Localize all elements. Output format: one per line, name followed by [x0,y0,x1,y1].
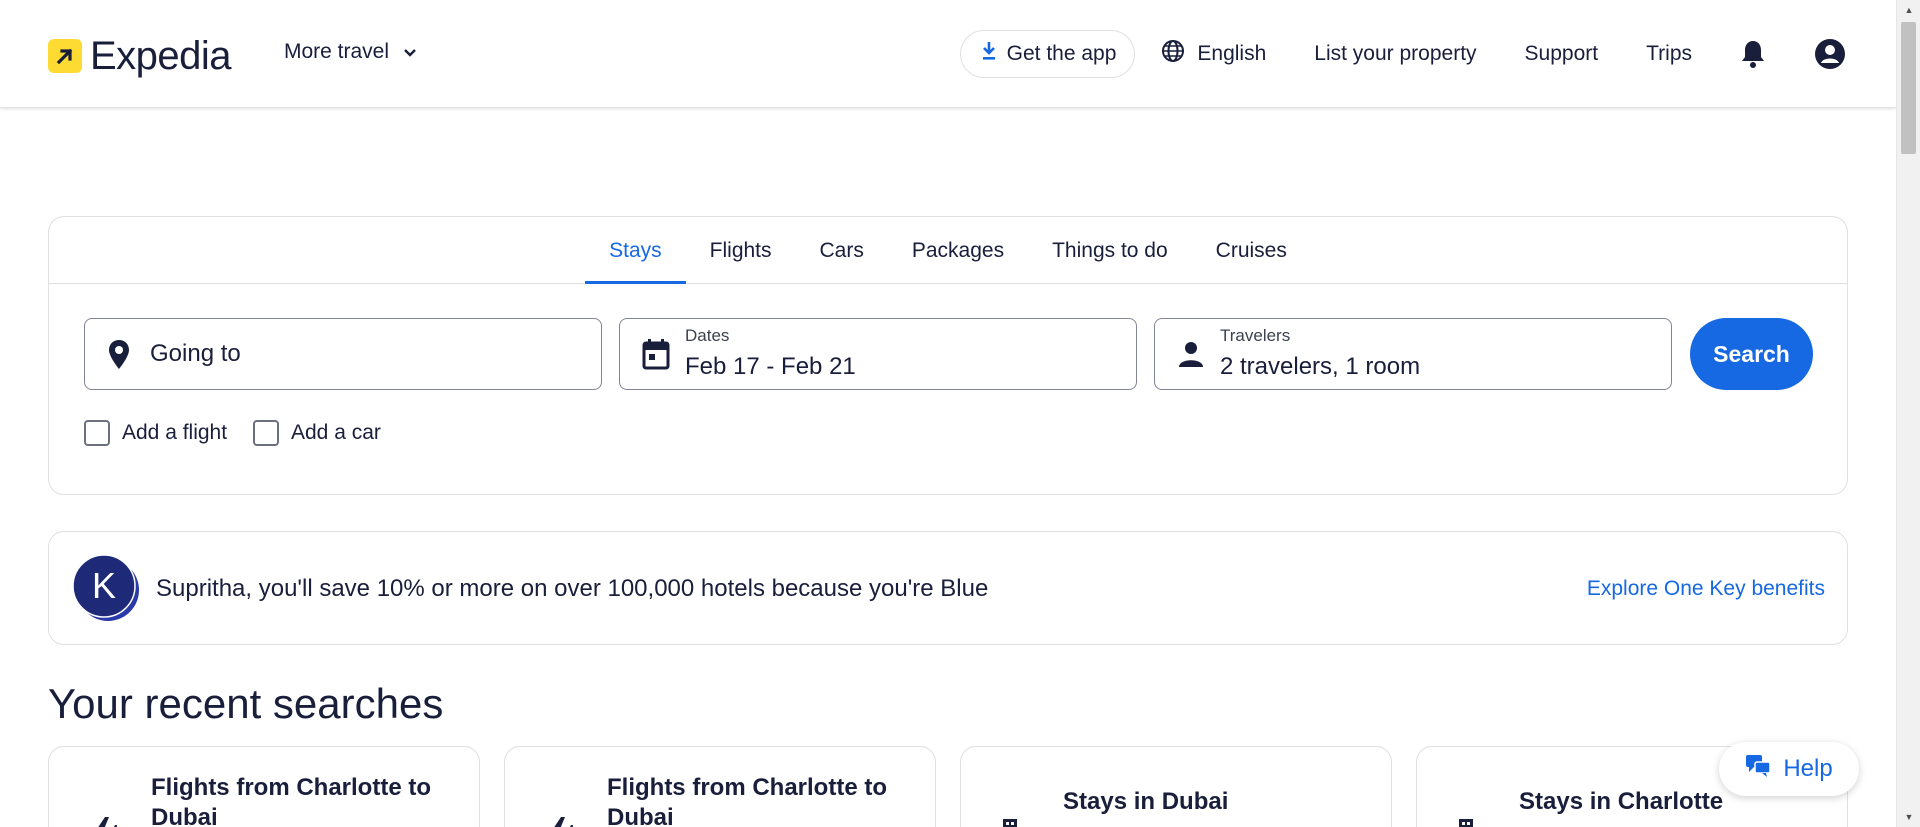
destination-placeholder: Going to [150,340,241,367]
recent-search-title: Flights from Charlotte to Dubai [607,774,887,827]
tab-stays[interactable]: Stays [585,217,686,284]
notifications-bell-icon[interactable] [1740,39,1766,69]
dates-field[interactable]: Dates Feb 17 - Feb 21 [619,318,1137,390]
scroll-up-arrow-icon[interactable]: ▲ [1897,0,1920,20]
add-flight-option[interactable]: Add a flight [84,420,227,446]
one-key-badge-icon: K [72,554,139,621]
tab-flights[interactable]: Flights [686,217,796,283]
building-icon [1001,817,1027,827]
help-button[interactable]: Help [1719,742,1859,796]
scroll-down-arrow-icon[interactable]: ▼ [1897,807,1920,827]
tab-packages[interactable]: Packages [888,217,1028,283]
recent-search-card[interactable]: Flights from Charlotte to Dubai [48,746,480,827]
destination-field[interactable]: Going to [84,318,602,390]
search-button[interactable]: Search [1690,318,1813,390]
building-icon [1457,817,1483,827]
travelers-label: Travelers [1220,326,1291,345]
get-the-app-label: Get the app [1006,42,1117,65]
search-panel: Stays Flights Cars Packages Things to do Crui… [48,216,1848,495]
add-flight-checkbox[interactable] [84,420,110,446]
explore-one-key-link[interactable]: Explore One Key benefits [1587,577,1825,601]
add-car-option[interactable]: Add a car [253,420,381,446]
add-car-checkbox[interactable] [253,420,279,446]
trips-link[interactable]: Trips [1646,42,1692,66]
person-icon [1177,340,1205,373]
travelers-value: 2 travelers, 1 room [1220,353,1421,380]
top-header: Expedia More travel Get the app English … [0,0,1896,108]
tab-cars[interactable]: Cars [796,217,888,283]
logo-text: Expedia [90,34,232,78]
add-flight-label: Add a flight [122,421,228,444]
one-key-badge-letter: K [92,565,116,606]
scrollbar-thumb[interactable] [1901,22,1916,154]
add-car-label: Add a car [291,421,381,444]
promo-message: Supritha, you'll save 10% or more on ove… [156,575,989,602]
dates-value: Feb 17 - Feb 21 [685,353,856,380]
recent-search-card[interactable]: Flights from Charlotte to Dubai [504,746,936,827]
expedia-logo[interactable]: Expedia [48,34,232,78]
support-link[interactable]: Support [1525,42,1599,66]
recent-search-card[interactable]: Stays in Dubai [960,746,1392,827]
dates-label: Dates [685,326,730,345]
page-scrollbar[interactable]: ▲ ▼ [1896,0,1920,827]
chat-bubbles-icon [1745,754,1772,785]
recent-search-title: Flights from Charlotte to Dubai [151,774,431,827]
tab-things-to-do[interactable]: Things to do [1028,217,1192,283]
logo-arrow-icon [48,39,82,73]
plane-icon [539,815,573,827]
list-property-link[interactable]: List your property [1314,42,1476,66]
language-label: English [1197,42,1267,65]
get-the-app-button[interactable]: Get the app [959,30,1136,78]
account-avatar-icon[interactable] [1814,38,1846,70]
chevron-down-icon [403,40,417,64]
plane-icon [83,815,117,827]
help-label: Help [1783,755,1833,782]
tab-cruises[interactable]: Cruises [1192,217,1311,283]
more-travel-menu[interactable]: More travel [284,40,417,64]
location-pin-icon [107,339,131,376]
language-selector[interactable]: English [1161,39,1266,69]
more-travel-label: More travel [284,40,390,63]
search-tabs: Stays Flights Cars Packages Things to do Crui… [49,217,1847,284]
download-icon [981,41,997,67]
one-key-banner: K Supritha, you'll save 10% or more on o… [48,531,1848,645]
recent-searches-heading: Your recent searches [48,680,444,727]
calendar-icon [642,338,670,375]
travelers-field[interactable]: Travelers 2 travelers, 1 room [1154,318,1672,390]
recent-search-title: Stays in Dubai [1063,788,1229,815]
globe-icon [1161,39,1185,69]
